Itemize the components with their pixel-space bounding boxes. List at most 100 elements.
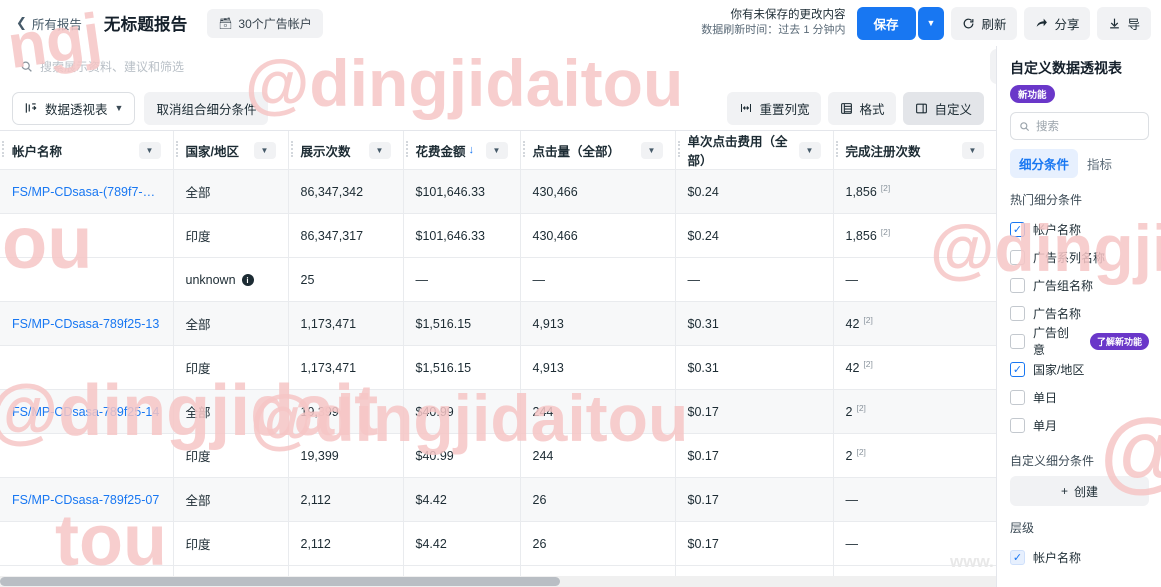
country-label: 全部 bbox=[185, 318, 211, 332]
learn-more-pill[interactable]: 了解新功能 bbox=[1089, 332, 1149, 350]
column-header-5[interactable]: 单次点击费用（全部） ▼ bbox=[675, 131, 834, 170]
column-header-6[interactable]: 完成注册次数 ▼ bbox=[833, 131, 996, 170]
account-name-link[interactable]: FS/MP-CDsasa-789f25-13 bbox=[12, 317, 161, 331]
column-header-4[interactable]: 点击量（全部） ▼ bbox=[520, 131, 676, 170]
column-header-0[interactable]: 帐户名称 ▼ bbox=[0, 131, 174, 170]
chevron-down-icon: ▼ bbox=[114, 103, 124, 113]
refresh-button[interactable]: 刷新 bbox=[951, 6, 1018, 40]
search-input[interactable]: 搜索展示资料、建议和筛选 bbox=[10, 51, 330, 81]
country-label: 全部 bbox=[185, 494, 211, 508]
table-row: 印度 86,347,317 $101,646.33 430,466 $0.24 1,856… bbox=[0, 213, 996, 258]
table-row: unknown i 25— — — — bbox=[0, 257, 996, 302]
checkbox[interactable]: ✓ bbox=[1010, 221, 1025, 237]
column-resize-handle[interactable] bbox=[677, 141, 681, 157]
level-list: ✓ 帐户名称 bbox=[1010, 543, 1149, 571]
cell-clicks: 244 bbox=[520, 433, 676, 478]
column-resize-handle[interactable] bbox=[2, 141, 5, 157]
unsaved-status-line2: 数据刷新时间：过去 1 分钟内 bbox=[701, 24, 846, 37]
checkbox[interactable]: ✓ bbox=[1010, 549, 1025, 565]
save-button[interactable]: 保存 bbox=[856, 6, 916, 40]
checkbox[interactable] bbox=[1010, 305, 1025, 321]
level-item-0[interactable]: ✓ 帐户名称 bbox=[1010, 543, 1149, 571]
customize-label: 自定义 bbox=[934, 102, 972, 117]
table-header: 帐户名称 ▼ 国家/地区 ▼ 展示次数 ▼ 花费金额 ↓ ▼ 点击量（全部） ▼ 单次点击费用（全部）… bbox=[0, 131, 996, 170]
cell-registrations: 2 [2] bbox=[833, 389, 996, 434]
panel-tab-1[interactable]: 指标 bbox=[1078, 149, 1121, 178]
back-to-all-reports[interactable]: ❮ 所有报告 bbox=[8, 9, 90, 38]
country-label: unknown bbox=[185, 272, 236, 287]
account-name-link[interactable]: FS/MP-CDsasa-789f25-14 bbox=[12, 405, 161, 419]
horizontal-scrollbar[interactable] bbox=[0, 576, 996, 587]
column-resize-handle[interactable] bbox=[405, 141, 409, 157]
format-button[interactable]: 格式 bbox=[828, 91, 897, 125]
breakdown-item-4[interactable]: 广告创意 了解新功能 bbox=[1010, 326, 1149, 357]
column-resize-handle[interactable] bbox=[175, 141, 179, 157]
scrollbar-thumb[interactable] bbox=[0, 577, 560, 586]
breakdown-item-6[interactable]: 单日 bbox=[1010, 383, 1149, 411]
cell-country: 印度 bbox=[173, 521, 289, 566]
column-menu-caret-icon[interactable]: ▼ bbox=[368, 141, 391, 159]
breakdown-item-0[interactable]: ✓ 帐户名称 bbox=[1010, 215, 1149, 243]
customize-button[interactable]: 自定义 bbox=[903, 91, 984, 125]
column-menu-caret-icon[interactable]: ▼ bbox=[640, 141, 663, 159]
column-menu-caret-icon[interactable]: ▼ bbox=[798, 141, 821, 159]
cell-account-name bbox=[0, 345, 174, 390]
cell-country: 印度 bbox=[173, 345, 289, 390]
customize-panel: 自定义数据透视表 新功能 搜索 细分条件 指标 热门细分条件 ✓ 帐户名称 广告系列名… bbox=[996, 46, 1161, 587]
table-row: FS/MP-CDsasa-789f25-13 全部 1,173,471 $1,516.… bbox=[0, 301, 996, 346]
checkbox[interactable] bbox=[1010, 389, 1025, 405]
registrations-value: 42 bbox=[845, 361, 860, 376]
save-dropdown-button[interactable]: ▼ bbox=[917, 6, 945, 40]
checkbox[interactable] bbox=[1010, 417, 1025, 433]
column-header-3[interactable]: 花费金额 ↓ ▼ bbox=[403, 131, 521, 170]
account-name-link[interactable]: FS/MP-CDsasa-789f25-07 bbox=[12, 493, 161, 507]
share-button[interactable]: 分享 bbox=[1024, 6, 1091, 40]
item-label: 广告系列名称 bbox=[1033, 250, 1106, 265]
info-icon[interactable]: i bbox=[241, 274, 254, 287]
back-label: 所有报告 bbox=[31, 17, 82, 32]
checkbox[interactable]: ✓ bbox=[1010, 361, 1025, 377]
checkbox[interactable] bbox=[1010, 277, 1025, 293]
column-header-1[interactable]: 国家/地区 ▼ bbox=[173, 131, 289, 170]
cell-registrations: 2 [2] bbox=[833, 433, 996, 478]
pivot-table-button[interactable]: 数据透视表 ▼ bbox=[12, 91, 136, 125]
cell-clicks: 430,466 bbox=[520, 213, 676, 258]
table-row: 印度 2,112 $4.42 26 $0.17 — bbox=[0, 521, 996, 566]
export-label: 导 bbox=[1127, 17, 1140, 32]
cell-clicks: — bbox=[520, 257, 676, 302]
column-resize-handle[interactable] bbox=[835, 141, 839, 157]
breakdown-item-1[interactable]: 广告系列名称 bbox=[1010, 243, 1149, 271]
country-label: 印度 bbox=[185, 450, 211, 464]
cell-cpc: $0.17 bbox=[675, 433, 834, 478]
breakdown-item-2[interactable]: 广告组名称 bbox=[1010, 271, 1149, 299]
reset-column-width-button[interactable]: 重置列宽 bbox=[727, 91, 822, 125]
item-label: 帐户名称 bbox=[1033, 550, 1082, 565]
export-button[interactable]: 导 bbox=[1097, 6, 1151, 40]
breakdown-item-7[interactable]: 单月 bbox=[1010, 411, 1149, 439]
cell-impressions: 86,347,342 bbox=[288, 169, 404, 214]
checkbox[interactable] bbox=[1010, 333, 1025, 349]
breakdown-item-3[interactable]: 广告名称 bbox=[1010, 299, 1149, 327]
ungroup-breakdowns-button[interactable]: 取消组合细分条件 bbox=[144, 91, 269, 125]
share-icon bbox=[1037, 18, 1048, 27]
panel-search-input[interactable]: 搜索 bbox=[1010, 112, 1149, 140]
breakdown-item-5[interactable]: ✓ 国家/地区 bbox=[1010, 355, 1149, 383]
account-name-link[interactable]: FS/MP-CDsasa-(789f7-15)… bbox=[12, 185, 161, 199]
cell-country: 印度 bbox=[173, 433, 289, 478]
column-menu-caret-icon[interactable]: ▼ bbox=[961, 141, 984, 159]
create-breakdown-button[interactable]: + 创建 bbox=[1010, 476, 1149, 506]
account-selector-chip[interactable]: 🗃 30个广告帐户 bbox=[207, 8, 323, 38]
panel-tab-0[interactable]: 细分条件 bbox=[1010, 149, 1079, 178]
registrations-value: — bbox=[845, 272, 859, 287]
column-menu-caret-icon[interactable]: ▼ bbox=[253, 141, 276, 159]
checkbox[interactable] bbox=[1010, 249, 1025, 265]
column-resize-handle[interactable] bbox=[290, 141, 294, 157]
column-menu-caret-icon[interactable]: ▼ bbox=[485, 141, 508, 159]
column-menu-caret-icon[interactable]: ▼ bbox=[138, 141, 161, 159]
registrations-value: 1,856 bbox=[845, 185, 877, 200]
column-header-2[interactable]: 展示次数 ▼ bbox=[288, 131, 404, 170]
column-resize-handle[interactable] bbox=[522, 141, 526, 157]
cell-cpc: $0.17 bbox=[675, 477, 834, 522]
table-row: FS/MP-CDsasa-(789f7-15)… 全部 86,347,342 $101… bbox=[0, 169, 996, 214]
cell-impressions: 19,399 bbox=[288, 433, 404, 478]
